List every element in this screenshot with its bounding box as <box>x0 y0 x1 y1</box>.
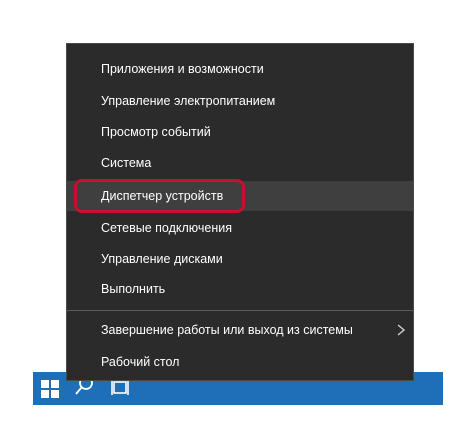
menu-item-label: Завершение работы или выход из системы <box>101 323 353 337</box>
menu-item-label: Управление электропитанием <box>101 94 276 108</box>
menu-separator <box>67 310 413 311</box>
start-button[interactable] <box>33 372 66 405</box>
menu-item-apps-features[interactable]: Приложения и возможности <box>67 54 413 84</box>
power-user-menu: Приложения и возможности Управление элек… <box>66 43 414 381</box>
menu-item-disk-management[interactable]: Управление дисками <box>67 244 413 274</box>
menu-item-label: Просмотр событий <box>101 125 211 139</box>
menu-item-label: Приложения и возможности <box>101 62 264 76</box>
menu-item-label: Выполнить <box>101 282 166 296</box>
menu-item-event-viewer[interactable]: Просмотр событий <box>67 117 413 147</box>
menu-item-shutdown-signout[interactable]: Завершение работы или выход из системы <box>67 315 413 345</box>
chevron-right-icon <box>397 324 405 336</box>
menu-item-system[interactable]: Система <box>67 148 413 178</box>
menu-item-device-manager[interactable]: Диспетчер устройств <box>67 181 413 211</box>
menu-item-label: Сетевые подключения <box>101 221 233 235</box>
menu-item-label: Рабочий стол <box>101 355 180 369</box>
menu-item-network-connections[interactable]: Сетевые подключения <box>67 213 413 243</box>
windows-logo-icon <box>40 379 59 398</box>
menu-item-label: Система <box>101 156 152 170</box>
menu-item-desktop[interactable]: Рабочий стол <box>67 347 413 377</box>
menu-item-run[interactable]: Выполнить <box>67 274 413 304</box>
menu-item-label: Диспетчер устройств <box>101 189 224 203</box>
menu-item-label: Управление дисками <box>101 252 223 266</box>
menu-item-power-options[interactable]: Управление электропитанием <box>67 86 413 116</box>
